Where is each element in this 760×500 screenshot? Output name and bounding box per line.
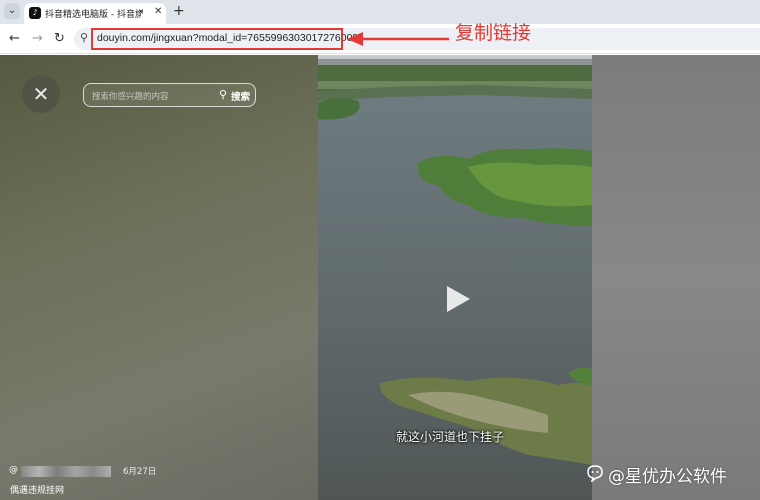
close-icon[interactable]: ✕ xyxy=(154,6,162,17)
video-subtitle: 就这小河道也下挂子 xyxy=(396,430,505,444)
close-icon[interactable]: ✕ xyxy=(22,75,60,113)
url-highlight-box xyxy=(91,28,343,50)
site-info-icon[interactable]: ⚲ xyxy=(80,31,88,44)
douyin-favicon-icon: ♪ xyxy=(29,7,41,19)
author-prefix: @ xyxy=(9,465,18,475)
watermark-text: @星优办公软件 xyxy=(608,467,727,487)
post-date: 6月27日 xyxy=(123,467,157,477)
play-icon[interactable] xyxy=(444,284,472,314)
search-icon: ⚲ xyxy=(219,88,228,101)
speaker-icon[interactable]: 🔈︎ xyxy=(140,7,145,17)
forward-arrow-icon[interactable]: → xyxy=(32,31,43,47)
reload-icon[interactable]: ↻ xyxy=(54,31,65,47)
blurred-background-right xyxy=(592,55,760,500)
watermark-logo-icon xyxy=(587,465,603,482)
tab-douyin[interactable]: ♪ 抖音精选电脑版 - 抖音旗下 🔈︎ ✕ xyxy=(24,3,166,24)
video-caption: 偶遇违规挂网 xyxy=(10,486,65,496)
plus-icon[interactable]: + xyxy=(173,2,185,20)
annotation-arrow xyxy=(347,32,449,46)
watermark: @星优办公软件 xyxy=(608,462,727,487)
annotation-label: 复制链接 xyxy=(455,22,532,44)
search-input[interactable]: 搜索你感兴趣的内容 ⚲ 搜索 xyxy=(83,83,256,107)
blurred-background-left xyxy=(0,55,318,500)
tab-title: 抖音精选电脑版 - 抖音旗下 xyxy=(45,10,141,20)
author-name-redacted xyxy=(21,466,111,477)
tab-bar: ⌄ ♪ 抖音精选电脑版 - 抖音旗下 🔈︎ ✕ + xyxy=(0,0,760,24)
search-button[interactable]: 搜索 xyxy=(231,89,250,103)
tab-search-chevron-icon[interactable]: ⌄ xyxy=(4,3,20,19)
video-page: ✕ 搜索你感兴趣的内容 ⚲ 搜索 xyxy=(0,55,760,500)
back-arrow-icon[interactable]: ← xyxy=(9,31,20,47)
search-placeholder: 搜索你感兴趣的内容 xyxy=(92,92,169,102)
